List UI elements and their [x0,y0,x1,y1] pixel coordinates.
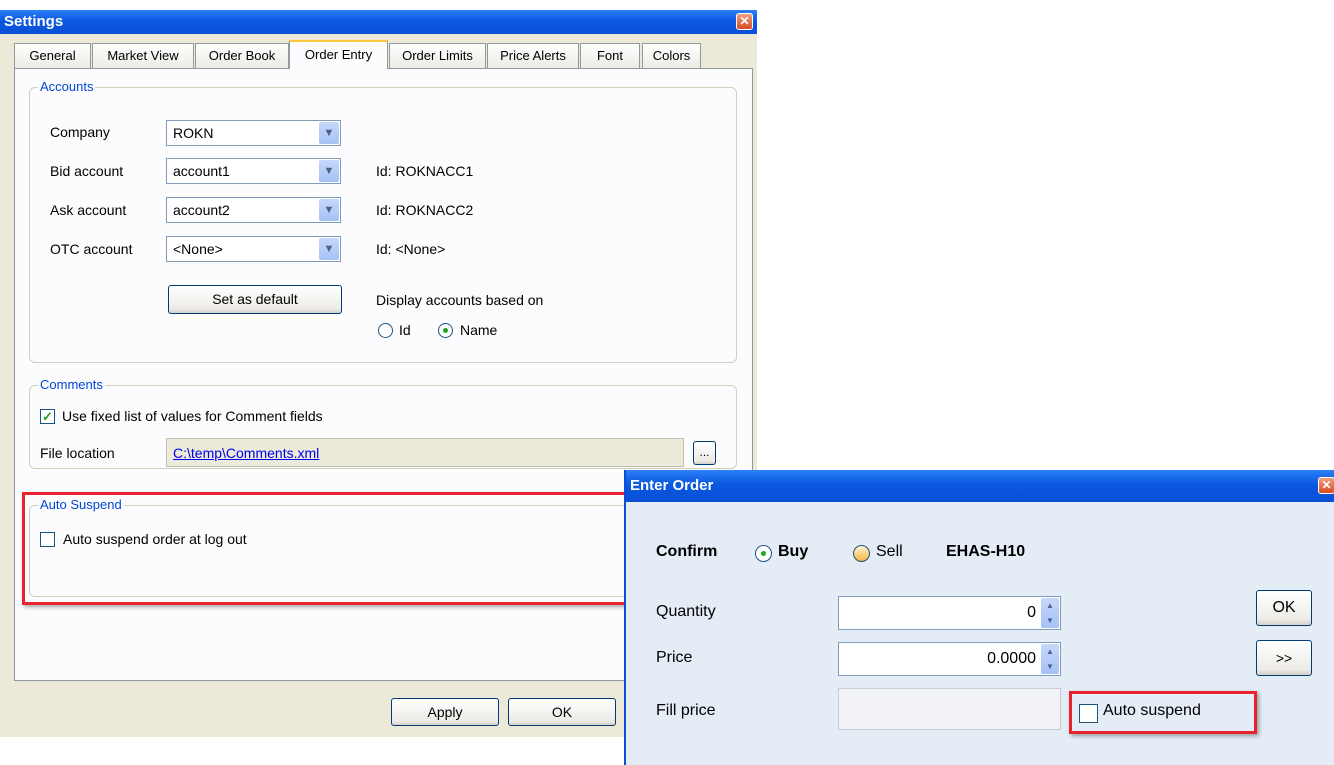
file-location-link[interactable]: C:\temp\Comments.xml [173,445,319,461]
set-as-default-button[interactable]: Set as default [168,285,342,314]
file-location-field[interactable]: C:\temp\Comments.xml [166,438,684,467]
auto-suspend-label: Auto suspend [1103,702,1201,719]
otc-account-label: OTC account [50,241,133,257]
otc-account-id: Id: <None> [376,241,446,257]
fill-price-label: Fill price [656,702,716,719]
radio-id[interactable] [378,323,393,338]
comments-group: Comments ✓ Use fixed list of values for … [29,377,737,469]
close-icon[interactable]: ✕ [1318,477,1334,494]
chevron-down-icon[interactable]: ▼ [319,238,339,260]
ask-account-select[interactable]: account2 ▼ [166,197,341,223]
radio-buy[interactable] [755,545,772,562]
settings-title: Settings [4,13,64,30]
tab-order-limits[interactable]: Order Limits [389,43,486,68]
chevron-down-icon[interactable]: ▼ [319,160,339,182]
sell-label: Sell [876,543,903,560]
order-ok-button[interactable]: OK [1256,590,1312,626]
fill-price-input [838,688,1061,730]
comments-legend: Comments [38,377,105,392]
price-input[interactable]: 0.0000 ▲ ▼ [838,642,1061,676]
company-label: Company [50,124,110,140]
tab-order-entry[interactable]: Order Entry [289,40,388,69]
radio-id-label: Id [399,322,411,338]
enter-order-title: Enter Order [630,477,714,494]
quantity-stepper[interactable]: ▲ ▼ [1041,598,1059,628]
otc-account-select[interactable]: <None> ▼ [166,236,341,262]
enter-order-window: Enter Order ✕ Confirm Buy Sell EHAS-H10 … [624,470,1334,765]
tab-order-book[interactable]: Order Book [195,43,289,68]
radio-name[interactable] [438,323,453,338]
fixed-list-label: Use fixed list of values for Comment fie… [62,408,323,424]
fixed-list-checkbox[interactable]: ✓ [40,409,55,424]
bid-account-id: Id: ROKNACC1 [376,163,474,179]
instrument-label: EHAS-H10 [946,543,1026,560]
price-stepper[interactable]: ▲ ▼ [1041,644,1059,674]
more-button[interactable]: >> [1256,640,1312,676]
tab-market-view[interactable]: Market View [92,43,194,68]
settings-ok-button[interactable]: OK [508,698,616,726]
quantity-input[interactable]: 0 ▲ ▼ [838,596,1061,630]
apply-button[interactable]: Apply [391,698,499,726]
display-accounts-label: Display accounts based on [376,292,544,308]
radio-name-label: Name [460,322,498,338]
confirm-label: Confirm [656,543,718,560]
auto-suspend-highlight [22,492,628,605]
tab-font[interactable]: Font [580,43,640,68]
chevron-down-icon[interactable]: ▼ [319,122,339,144]
chevron-down-icon[interactable]: ▼ [319,199,339,221]
file-location-label: File location [40,445,115,461]
accounts-legend: Accounts [38,79,96,94]
close-icon[interactable]: ✕ [736,13,753,30]
settings-titlebar: Settings [0,10,757,34]
price-label: Price [656,649,693,666]
company-select[interactable]: ROKN ▼ [166,120,341,146]
tab-general[interactable]: General [14,43,91,68]
tab-colors[interactable]: Colors [642,43,701,68]
tab-price-alerts[interactable]: Price Alerts [487,43,579,68]
browse-button[interactable]: ... [693,441,716,465]
radio-sell[interactable] [853,545,870,562]
bid-account-select[interactable]: account1 ▼ [166,158,341,184]
enter-order-titlebar: Enter Order [626,470,1334,502]
ask-account-id: Id: ROKNACC2 [376,202,474,218]
auto-suspend-checkbox[interactable] [1079,704,1098,723]
buy-label: Buy [778,543,809,560]
quantity-label: Quantity [656,603,716,620]
ask-account-label: Ask account [50,202,127,218]
bid-account-label: Bid account [50,163,124,179]
accounts-group: Accounts Company ROKN ▼ Bid account acco… [29,79,737,363]
